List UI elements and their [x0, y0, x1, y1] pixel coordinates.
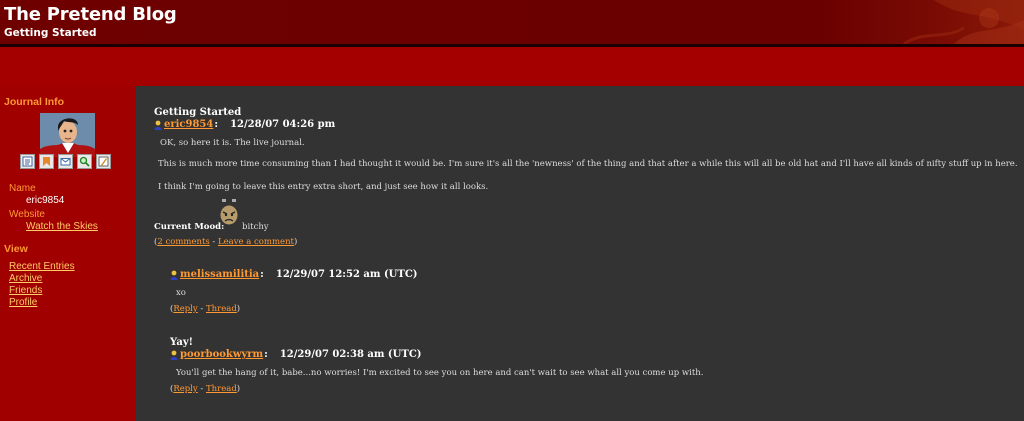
sidebar: Journal Info Name eric9854 Website Watch… — [0, 86, 136, 421]
search-icon[interactable] — [77, 154, 92, 169]
comment-actions: (Reply - Thread) — [170, 384, 240, 394]
header-band — [0, 47, 1024, 86]
comment-text: You'll get the hang of it, babe...no wor… — [176, 368, 704, 378]
mail-icon[interactable] — [58, 154, 73, 169]
entry-author-link[interactable]: eric9854 — [164, 119, 213, 130]
user-icon[interactable] — [154, 120, 162, 130]
close-paren: ) — [236, 384, 241, 394]
entry-date: 12/28/07 04:26 pm — [230, 119, 336, 130]
comment-date: 12/29/07 02:38 am (UTC) — [279, 349, 422, 360]
mood-label: Current Mood: — [154, 222, 225, 232]
comment-text: xo — [176, 288, 186, 298]
edit-icon[interactable] — [96, 154, 111, 169]
close-paren: ) — [293, 237, 298, 247]
link-separator: - — [209, 237, 218, 247]
link-separator: - — [197, 384, 207, 394]
comment-date: 12/29/07 12:52 am (UTC) — [275, 269, 418, 280]
link-separator: - — [197, 304, 207, 314]
thread-link[interactable]: Thread — [206, 304, 237, 314]
mood-icon — [220, 199, 238, 225]
leave-comment-link[interactable]: Leave a comment — [218, 237, 294, 247]
comment-author-link[interactable]: poorbookwyrm — [180, 349, 263, 360]
reply-link[interactable]: Reply — [173, 304, 197, 314]
avatar-image — [40, 113, 95, 157]
comment-author-link[interactable]: melissamilitia — [180, 269, 259, 280]
site-title[interactable]: The Pretend Blog — [4, 4, 177, 25]
name-label: Name — [9, 183, 36, 194]
reply-link[interactable]: Reply — [173, 384, 197, 394]
comment-byline: melissamilitia : 12/29/07 12:52 am (UTC) — [170, 269, 418, 280]
journal-info-heading: Journal Info — [4, 96, 65, 108]
view-heading: View — [4, 243, 28, 255]
avatar[interactable] — [40, 113, 95, 157]
entry-paragraph: OK, so here it is. The live journal. — [160, 138, 305, 148]
close-paren: ) — [236, 304, 241, 314]
byline-colon: : — [214, 119, 219, 130]
comment-subject: Yay! — [170, 337, 194, 348]
memories-icon[interactable] — [20, 154, 35, 169]
byline-colon: : — [264, 349, 268, 360]
header-decoration — [903, 0, 1024, 44]
mood-value: bitchy — [242, 222, 269, 232]
comment-actions: (Reply - Thread) — [170, 304, 240, 314]
byline-colon: : — [260, 269, 264, 280]
website-link[interactable]: Watch the Skies — [26, 221, 98, 232]
entry-panel: Getting Started eric9854 : 12/28/07 04:2… — [136, 86, 1024, 421]
profile-link[interactable]: Profile — [9, 297, 37, 308]
entry-comment-links: (2 comments - Leave a comment) — [154, 237, 297, 247]
entry-paragraph: This is much more time consuming than I … — [158, 159, 1018, 169]
archive-link[interactable]: Archive — [9, 273, 42, 284]
user-icon[interactable] — [170, 350, 178, 360]
entry-title: Getting Started — [154, 107, 242, 118]
name-value: eric9854 — [26, 195, 65, 206]
comments-link[interactable]: 2 comments — [157, 237, 209, 247]
entry-byline: eric9854 : 12/28/07 04:26 pm — [154, 119, 335, 130]
website-label: Website — [9, 209, 45, 220]
friends-link[interactable]: Friends — [9, 285, 42, 296]
comment-byline: poorbookwyrm : 12/29/07 02:38 am (UTC) — [170, 349, 422, 360]
recent-entries-link[interactable]: Recent Entries — [9, 261, 75, 272]
thread-link[interactable]: Thread — [206, 384, 237, 394]
entry-paragraph: I think I'm going to leave this entry ex… — [158, 182, 489, 192]
site-subtitle: Getting Started — [4, 27, 97, 39]
tag-icon[interactable] — [39, 154, 54, 169]
user-icon[interactable] — [170, 270, 178, 280]
journal-icon-row — [20, 154, 111, 169]
header: The Pretend Blog Getting Started — [0, 0, 1024, 44]
